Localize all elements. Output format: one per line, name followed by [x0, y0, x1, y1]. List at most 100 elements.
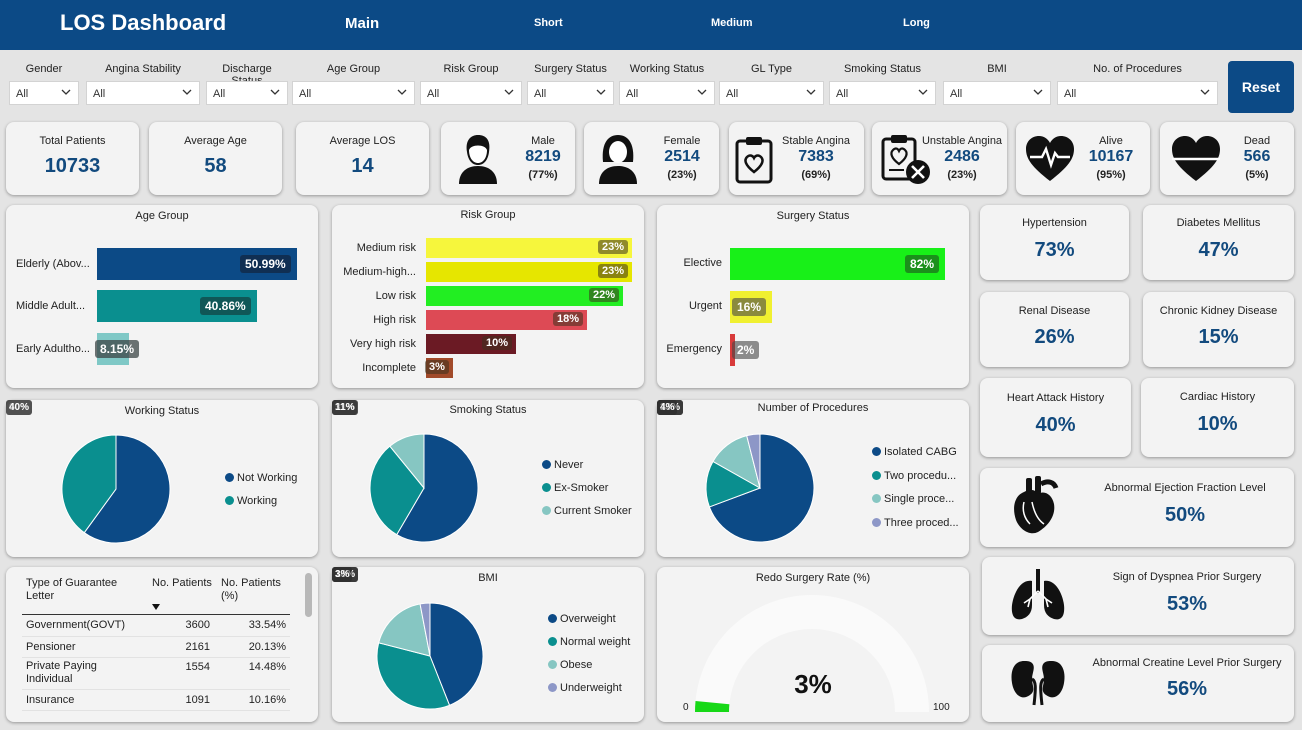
surgery-status-chart: Surgery Status Elective 82% Urgent 16% Emerg… [657, 205, 969, 388]
tab-short[interactable]: Short [534, 17, 563, 29]
legend-item[interactable]: Isolated CABG [872, 446, 957, 458]
cell-type: Insurance [22, 689, 148, 711]
legend-label: Working [237, 495, 278, 507]
kpi-label: Unstable Angina [921, 135, 1003, 147]
legend-dot [872, 470, 881, 480]
surgery-status-dropdown[interactable]: All [527, 81, 614, 105]
working-status-pie [61, 434, 171, 544]
table-body: Government(GOVT) 3600 33.54% Pensioner 2161… [22, 615, 290, 711]
bar-data-label: 40.86% [200, 297, 251, 315]
ejection-fraction-card: Abnormal Ejection Fraction Level 50% [980, 468, 1294, 547]
legend-dot [542, 483, 551, 492]
legend-label: Three proced... [884, 516, 959, 529]
table-header-count[interactable]: No. Patients [152, 577, 214, 590]
smoking-status-dropdown[interactable]: All [829, 81, 936, 105]
dropdown-value: All [213, 88, 226, 100]
filter-label: BMI [987, 63, 1007, 75]
legend-label: Current Smoker [554, 505, 632, 517]
kpi-value: 58 [204, 155, 227, 177]
sort-descending-icon[interactable] [152, 604, 160, 610]
legend-item[interactable]: Working [225, 495, 277, 507]
table-scrollbar[interactable] [305, 573, 312, 617]
filter-label: Working Status [629, 63, 705, 75]
table-row[interactable]: Private Paying Individual 1554 14.48% [22, 657, 290, 690]
gl-type-dropdown[interactable]: All [719, 81, 824, 105]
table-row[interactable]: Government(GOVT) 3600 33.54% [22, 615, 290, 637]
gender-dropdown[interactable]: All [9, 81, 79, 105]
heart-anatomy-icon [1014, 476, 1059, 534]
bar-data-label: 50.99% [240, 255, 291, 273]
no-of-procedures-dropdown[interactable]: All [1057, 81, 1218, 105]
legend-dot [225, 473, 234, 482]
kpi-total-patients: Total Patients 10733 [6, 122, 139, 195]
legend-item[interactable]: Never [542, 459, 583, 471]
redo-surgery-gauge: Redo Surgery Rate (%) 3% 0 100 [657, 567, 969, 722]
chart-title: Risk Group [460, 209, 516, 221]
legend-label: Ex-Smoker [554, 482, 609, 494]
reset-button[interactable]: Reset [1228, 61, 1294, 113]
chevron-down-icon [1200, 89, 1210, 95]
dropdown-value: All [299, 88, 312, 100]
angina-stability-dropdown[interactable]: All [86, 81, 200, 105]
bar-data-label: 10% [482, 336, 513, 350]
kpi-label: Average Age [184, 135, 247, 147]
kpi-average-los: Average LOS 14 [296, 122, 429, 195]
legend-item[interactable]: Current Smoker [542, 505, 632, 517]
chevron-down-icon [504, 89, 514, 95]
age-group-dropdown[interactable]: All [292, 81, 415, 105]
cell-percent: 10.16% [214, 689, 290, 711]
gauge-max: 100 [933, 702, 950, 713]
dropdown-value: All [427, 88, 440, 100]
guarantee-letter-table: Type of Guarantee Letter No. Patients No… [6, 567, 318, 722]
tab-medium[interactable]: Medium [711, 17, 753, 29]
smoking-status-pie [369, 433, 479, 543]
bar-label: Middle Adult... [16, 300, 86, 312]
legend-dot [548, 683, 557, 692]
table-row[interactable]: Insurance 1091 10.16% [22, 689, 290, 711]
header-bar: LOS Dashboard Main Short Medium Long [0, 0, 1302, 50]
bmi-dropdown[interactable]: All [943, 81, 1051, 105]
bar-label: Early Adultho... [16, 343, 90, 355]
working-status-chart: Working Status Not WorkingWorking 60%40% [6, 400, 318, 557]
card-label: Renal Disease [1018, 305, 1091, 317]
bar-data-label: 82% [905, 255, 940, 273]
tab-main[interactable]: Main [345, 15, 379, 32]
legend-item[interactable]: Two procedu... [872, 470, 956, 482]
legend-item[interactable]: Three proced... [872, 517, 959, 529]
risk-group-dropdown[interactable]: All [420, 81, 522, 105]
chevron-down-icon [918, 89, 928, 95]
legend-item[interactable]: Single proce... [872, 493, 954, 505]
chart-title: Working Status [124, 405, 200, 417]
cell-percent: 14.48% [214, 657, 290, 690]
legend-item[interactable]: Not Working [225, 472, 297, 484]
legend-item[interactable]: Obese [548, 659, 592, 671]
legend-item[interactable]: Normal weight [548, 636, 630, 648]
bar-label: High risk [373, 314, 416, 326]
filter-label: Smoking Status [843, 63, 922, 75]
tab-long[interactable]: Long [903, 17, 930, 29]
chevron-down-icon [61, 89, 71, 95]
legend-item[interactable]: Overweight [548, 613, 616, 625]
working-status-dropdown[interactable]: All [619, 81, 715, 105]
discharge-status-dropdown[interactable]: All [206, 81, 288, 105]
chart-title: BMI [478, 572, 498, 584]
legend-item[interactable]: Ex-Smoker [542, 482, 608, 494]
card-label: Cardiac History [1179, 391, 1256, 403]
kpi-female: Female 2514 (23%) [584, 122, 719, 195]
filter-label: Surgery Status [534, 63, 607, 75]
legend-label: Normal weight [560, 636, 631, 648]
kpi-value: 566 [1243, 148, 1271, 165]
diabetes-mellitus-card: Diabetes Mellitus 47% [1143, 205, 1294, 280]
cell-type: Private Paying Individual [22, 657, 148, 690]
filter-label: GL Type [751, 63, 792, 75]
kpi-label: Total Patients [39, 135, 106, 147]
table-row[interactable]: Pensioner 2161 20.13% [22, 636, 290, 658]
table-header-type[interactable]: Type of Guarantee Letter [26, 577, 126, 603]
card-label: Abnormal Creatine Level Prior Surgery [1092, 657, 1282, 669]
cell-count: 1091 [148, 689, 214, 711]
table-header-percent[interactable]: No. Patients (%) [221, 577, 293, 603]
legend-item[interactable]: Underweight [548, 682, 622, 694]
cardiac-history-card: Cardiac History 10% [1141, 378, 1294, 457]
kpi-alive: Alive 10167 (95%) [1016, 122, 1150, 195]
card-label: Diabetes Mellitus [1176, 217, 1261, 229]
